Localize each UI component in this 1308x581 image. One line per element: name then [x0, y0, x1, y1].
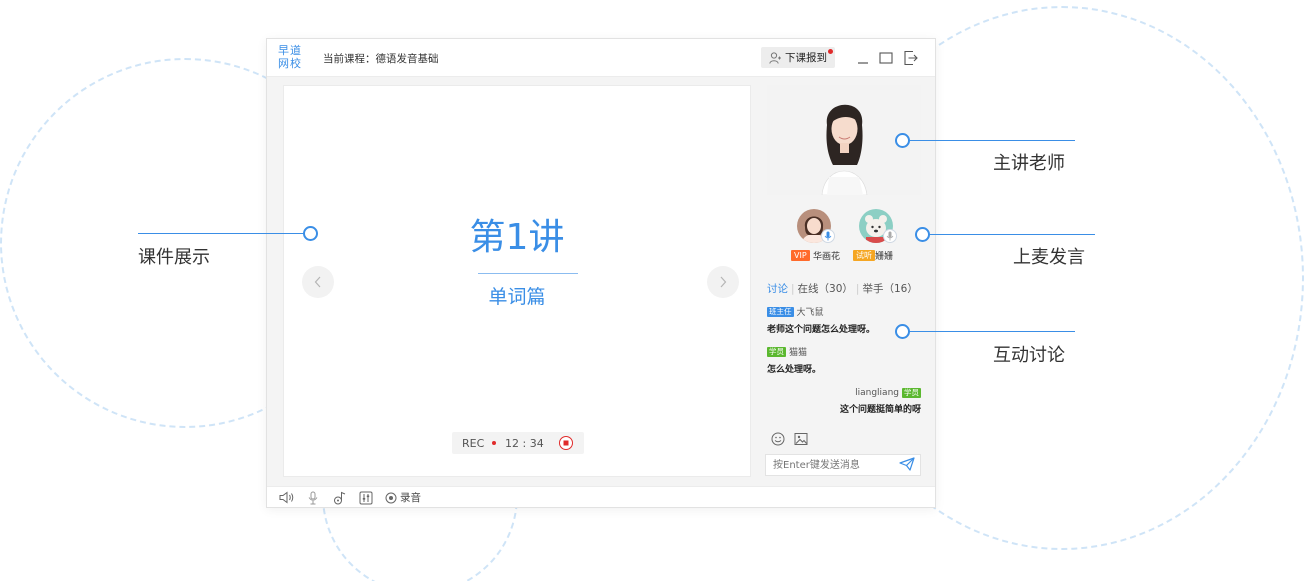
student-badge: 学员: [767, 346, 786, 357]
speaker-name: 姗姗: [875, 252, 894, 262]
message-text: 这个问题挺简单的呀: [839, 405, 921, 415]
callout-marker-mic: [915, 227, 930, 242]
minimize-icon[interactable]: [857, 50, 869, 66]
mic-on-icon: [821, 229, 835, 243]
rec-dot: [492, 441, 496, 445]
next-slide-button[interactable]: [707, 266, 739, 298]
callout-courseware: 课件展示: [138, 247, 210, 268]
mic-speakers: VIP 华画花 试听 姗姗: [767, 207, 921, 265]
record-audio-label: 录音: [400, 492, 421, 504]
chevron-right-icon: [720, 276, 727, 288]
lesson-subtitle: 单词篇: [488, 286, 546, 308]
user-icon: [769, 51, 781, 64]
bottom-toolbar: 录音: [267, 486, 935, 507]
emoji-icon[interactable]: [771, 432, 785, 446]
callout-marker-teacher: [895, 133, 910, 148]
title-bar: 早道 网校 当前课程：德语发音基础 下课报到: [267, 39, 935, 77]
microphone-icon[interactable]: [307, 491, 319, 505]
stop-record-icon[interactable]: [558, 435, 574, 451]
rec-time: 12 : 34: [505, 437, 544, 450]
chat-input[interactable]: [765, 454, 921, 476]
callout-mic: 上麦发言: [1013, 247, 1085, 268]
app-logo: 早道 网校: [278, 44, 302, 70]
maximize-icon[interactable]: [879, 50, 893, 66]
prev-slide-button[interactable]: [302, 266, 334, 298]
checkin-button[interactable]: 下课报到: [761, 47, 835, 68]
record-audio-button[interactable]: 录音: [385, 490, 421, 505]
speaker-item[interactable]: VIP 华画花: [791, 207, 851, 265]
music-icon[interactable]: [333, 491, 347, 505]
callout-discussion: 互动讨论: [993, 345, 1065, 366]
callout-marker-discussion: [895, 324, 910, 339]
student-badge: 学员: [902, 388, 921, 398]
speaker-name: 华画花: [813, 252, 841, 262]
callout-line-discussion: [903, 331, 1075, 332]
callout-line-teacher: [903, 140, 1075, 141]
tab-discussion[interactable]: 讨论: [767, 283, 788, 295]
exit-icon[interactable]: [903, 50, 919, 66]
send-icon[interactable]: [899, 457, 915, 471]
chat-message-self: liangliang 学员 这个问题挺简单的呀: [767, 388, 921, 415]
rec-label: REC: [462, 437, 485, 450]
title-divider: [478, 273, 578, 274]
recording-indicator: REC 12 : 34: [452, 432, 584, 454]
callout-line-mic: [923, 234, 1095, 235]
tab-online[interactable]: 在线（30）: [798, 283, 853, 295]
speaker-item[interactable]: 试听 姗姗: [853, 207, 913, 265]
chevron-left-icon: [314, 276, 321, 288]
message-user: liangliang: [855, 388, 899, 398]
image-icon[interactable]: [794, 432, 808, 446]
chat-tools: [771, 432, 808, 446]
chat-tabs: 讨论 | 在线（30） | 举手（16）: [767, 283, 918, 295]
lesson-title: 第1讲: [469, 217, 565, 258]
callout-marker-courseware: [303, 226, 318, 241]
notification-dot: [828, 49, 833, 54]
message-text: 怎么处理呀。: [767, 365, 822, 375]
record-icon: [385, 492, 397, 503]
head-teacher-badge: 班主任: [767, 306, 794, 317]
vip-tag: VIP: [791, 250, 810, 261]
volume-icon[interactable]: [279, 491, 295, 504]
callout-teacher: 主讲老师: [993, 153, 1065, 174]
courseware-slide: 第1讲 单词篇 REC 12 : 34: [283, 85, 751, 477]
mixer-icon[interactable]: [359, 491, 373, 505]
current-course-label: 当前课程：德语发音基础: [323, 53, 439, 65]
trial-tag: 试听: [853, 250, 875, 261]
message-user: 大飞鼠: [796, 308, 824, 318]
checkin-label: 下课报到: [785, 52, 827, 64]
callout-line-courseware: [138, 233, 310, 234]
mic-off-icon: [883, 229, 897, 243]
tab-raise-hand[interactable]: 举手（16）: [862, 283, 917, 295]
classroom-window: 早道 网校 当前课程：德语发音基础 下课报到 第1讲 单词篇 REC 12: …: [266, 38, 936, 508]
chat-message: 学员 猫猫 怎么处理呀。: [767, 345, 921, 375]
message-user: 猫猫: [789, 348, 808, 358]
